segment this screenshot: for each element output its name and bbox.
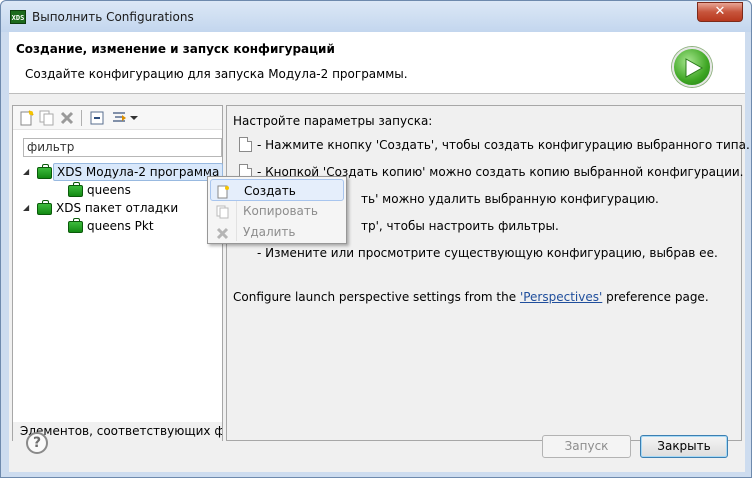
intro-text: Настройте параметры запуска: bbox=[233, 114, 433, 128]
collapse-all-icon[interactable] bbox=[89, 110, 105, 126]
window-title: Выполнить Configurations bbox=[32, 10, 194, 24]
tree-item-modula2-program[interactable]: ◢ XDS Модула-2 программа bbox=[19, 163, 224, 181]
tree-item-label: queens Pkt bbox=[87, 219, 154, 233]
delete-config-icon bbox=[216, 225, 229, 240]
menu-item-label: Создать bbox=[244, 184, 296, 198]
configuration-tree-panel: фильтр ◢ XDS Модула-2 программа queens ◢… bbox=[12, 105, 224, 441]
copy-config-icon[interactable] bbox=[39, 110, 55, 126]
hint-filter: тр', чтобы настроить фильтры. bbox=[361, 219, 559, 233]
delete-config-icon[interactable] bbox=[59, 110, 75, 126]
close-button[interactable]: Закрыть bbox=[640, 435, 728, 458]
filter-input[interactable]: фильтр bbox=[23, 138, 222, 157]
launch-info-panel: Настройте параметры запуска: - Нажмите к… bbox=[226, 105, 750, 441]
tree-item-debug-package[interactable]: ◢ XDS пакет отладки bbox=[19, 199, 219, 217]
run-button[interactable]: Запуск bbox=[542, 435, 631, 458]
new-config-icon[interactable] bbox=[19, 110, 35, 126]
perspective-text: Configure launch perspective settings fr… bbox=[233, 290, 709, 304]
dialog-client-area: Создание, изменение и запуск конфигураци… bbox=[9, 32, 750, 472]
config-type-icon bbox=[37, 200, 52, 215]
menu-item-label: Копировать bbox=[243, 204, 318, 218]
config-icon bbox=[68, 218, 83, 233]
perspectives-link[interactable]: 'Perspectives' bbox=[520, 290, 602, 304]
banner-title: Создание, изменение и запуск конфигураци… bbox=[16, 42, 335, 56]
chevron-down-icon[interactable] bbox=[129, 110, 145, 126]
menu-item-create[interactable]: Создать bbox=[210, 179, 344, 201]
config-type-icon bbox=[37, 164, 52, 179]
menu-item-label: Удалить bbox=[243, 225, 296, 239]
hint-edit: - Измените или просмотрите существующую … bbox=[257, 246, 718, 260]
help-icon[interactable]: ? bbox=[26, 432, 48, 454]
copy-config-icon bbox=[216, 204, 229, 219]
xds-app-icon: XDS bbox=[10, 10, 26, 24]
tree-item-label: XDS пакет отладки bbox=[56, 201, 179, 215]
context-menu: Создать Копировать Удалить bbox=[207, 176, 347, 244]
hint-create: - Нажмите кнопку 'Создать', чтобы создат… bbox=[257, 138, 750, 152]
banner-description: Создайте конфигурацию для запуска Модула… bbox=[25, 67, 408, 81]
tree-toolbar bbox=[13, 106, 222, 130]
menu-item-delete[interactable]: Удалить bbox=[210, 221, 344, 243]
expand-arrow-icon[interactable]: ◢ bbox=[23, 199, 31, 217]
perspective-prefix: Configure launch perspective settings fr… bbox=[233, 290, 520, 304]
header-banner: Создание, изменение и запуск конфигураци… bbox=[9, 32, 745, 94]
toolbar-separator bbox=[81, 110, 82, 126]
dialog-window: XDS Выполнить Configurations ✕ Создание,… bbox=[0, 0, 752, 478]
window-close-button[interactable]: ✕ bbox=[697, 2, 743, 22]
tree-item-queens-pkt[interactable]: queens Pkt bbox=[19, 217, 219, 235]
filter-icon[interactable] bbox=[111, 110, 127, 126]
tree-item-label: XDS Модула-2 программа bbox=[53, 163, 224, 181]
run-icon bbox=[672, 47, 712, 87]
config-icon bbox=[68, 182, 83, 197]
menu-item-copy[interactable]: Копировать bbox=[210, 200, 344, 222]
tree-item-queens[interactable]: queens bbox=[19, 181, 219, 199]
new-document-icon bbox=[239, 137, 252, 152]
perspective-suffix: preference page. bbox=[602, 290, 709, 304]
expand-arrow-icon[interactable]: ◢ bbox=[23, 163, 31, 181]
title-bar[interactable]: XDS Выполнить Configurations ✕ bbox=[1, 1, 751, 32]
new-config-icon bbox=[217, 184, 230, 199]
hint-delete: ть' можно удалить выбранную конфигурацию… bbox=[361, 192, 659, 206]
tree-item-label: queens bbox=[87, 183, 131, 197]
